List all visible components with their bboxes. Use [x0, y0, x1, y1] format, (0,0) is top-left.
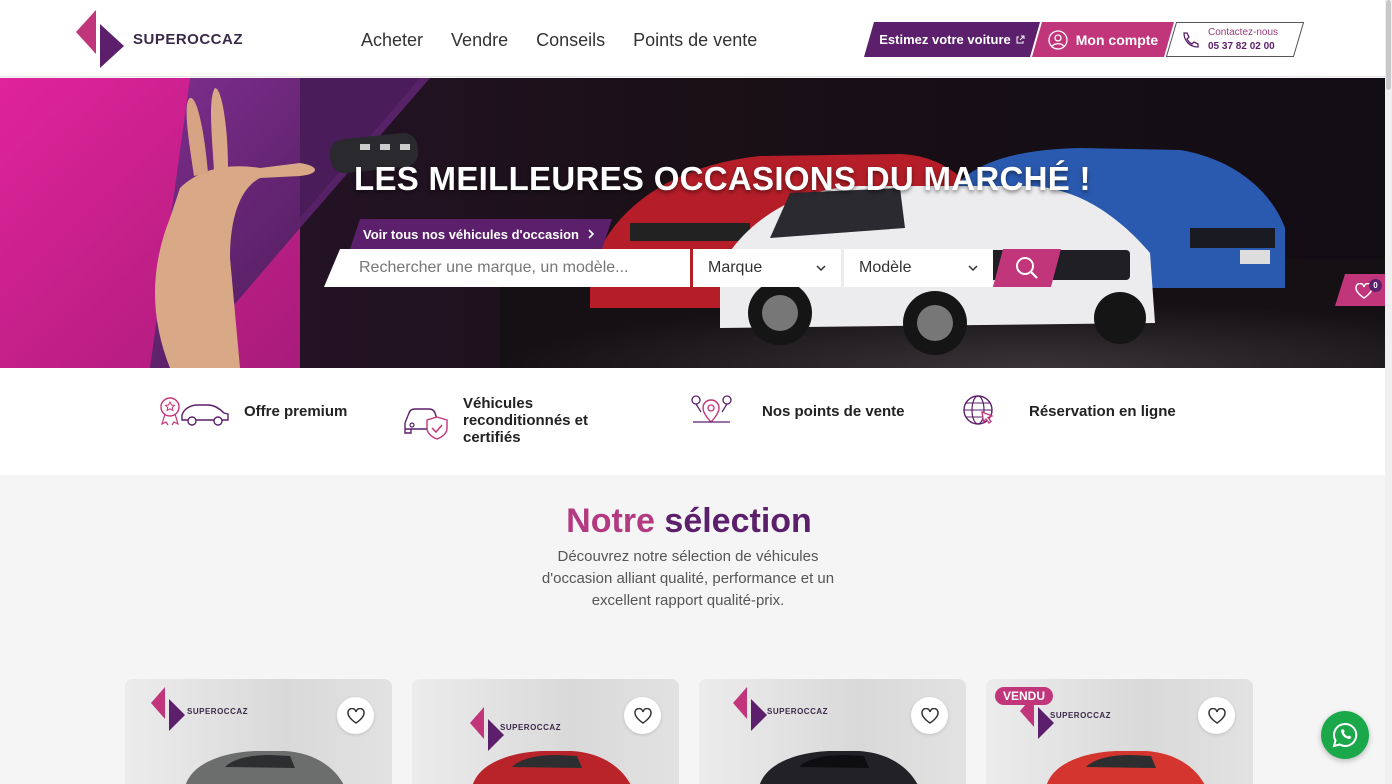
vehicle-card[interactable]: SUPEROCCAZ — [125, 679, 392, 784]
favorite-button[interactable] — [337, 697, 374, 734]
contact-phone: 05 37 82 02 00 — [1208, 41, 1275, 52]
favorites-count-badge: 0 — [1369, 279, 1382, 292]
feature-premium-label: Offre premium — [244, 402, 348, 420]
certified-car-icon — [404, 407, 448, 440]
selection-title-part1: Notre — [566, 502, 655, 540]
contact-button[interactable]: Contactez-nous 05 37 82 02 00 — [1166, 22, 1304, 57]
card-brand: SUPEROCCAZ — [500, 723, 562, 732]
vehicle-card[interactable]: SUPEROCCAZ — [699, 679, 966, 784]
hero-background-image — [0, 78, 1392, 368]
heart-icon — [1207, 707, 1226, 724]
estimate-button[interactable]: Estimez votre voiture — [864, 22, 1040, 57]
favorite-button[interactable] — [1198, 697, 1235, 734]
account-label: Mon compte — [1075, 31, 1159, 48]
scrollbar-thumb[interactable] — [1386, 0, 1391, 90]
brand-select-label: Marque — [708, 259, 763, 276]
external-link-icon — [1015, 35, 1025, 45]
whatsapp-icon — [1332, 722, 1358, 748]
logo-mark-icon — [76, 10, 124, 68]
car-image — [473, 751, 631, 784]
search-icon — [1014, 255, 1040, 281]
phone-icon — [1183, 32, 1199, 48]
feature-online-reservation: Réservation en ligne — [962, 394, 1176, 428]
car-image — [760, 751, 918, 784]
heart-icon — [633, 707, 652, 724]
favorites-button[interactable] — [1335, 274, 1392, 306]
vehicle-card[interactable]: SUPEROCCAZ — [412, 679, 679, 784]
favorite-button[interactable] — [624, 697, 661, 734]
user-icon — [1048, 30, 1068, 50]
chevron-down-icon — [968, 265, 978, 272]
vehicle-card[interactable]: SUPEROCCAZ VENDU — [986, 679, 1253, 784]
selection-title-part2: sélection — [664, 502, 812, 540]
feature-locations-label: Nos points de vente — [762, 402, 905, 420]
sold-badge: VENDU — [995, 687, 1054, 705]
main-nav: Acheter Vendre Conseils Points de vente — [361, 30, 757, 51]
model-select-label: Modèle — [859, 259, 912, 276]
globe-cursor-icon — [963, 395, 994, 425]
page-scrollbar[interactable] — [1385, 0, 1392, 784]
card-brand: SUPEROCCAZ — [187, 707, 249, 716]
premium-car-icon — [160, 397, 229, 426]
estimate-label: Estimez votre voiture — [879, 32, 1011, 47]
logo-text: SUPEROCCAZ — [133, 31, 244, 48]
card-brand: SUPEROCCAZ — [767, 707, 829, 716]
site-logo[interactable]: SUPEROCCAZ — [76, 10, 256, 68]
view-all-vehicles-link[interactable]: Voir tous nos véhicules d'occasion — [350, 219, 612, 249]
account-button[interactable]: Mon compte — [1032, 22, 1174, 57]
car-image — [186, 751, 344, 784]
feature-locations: Nos points de vente — [689, 394, 905, 428]
brand-select[interactable]: Marque — [693, 249, 841, 287]
search-button[interactable] — [993, 249, 1061, 287]
car-image — [1047, 751, 1205, 784]
selection-title: Notre sélection — [0, 502, 1378, 541]
heart-icon — [920, 707, 939, 724]
view-all-label: Voir tous nos véhicules d'occasion — [363, 226, 579, 242]
site-header: SUPEROCCAZ Acheter Vendre Conseils Point… — [0, 0, 1385, 77]
feature-premium: Offre premium — [158, 395, 347, 427]
chevron-right-icon — [587, 229, 595, 239]
feature-certified: Véhicules reconditionnés et certifiés — [403, 395, 603, 446]
favorite-button[interactable] — [911, 697, 948, 734]
heart-icon — [346, 707, 365, 724]
hero-title: LES MEILLEURES OCCASIONS DU MARCHÉ ! — [354, 160, 1091, 197]
features-bar: Offre premium Véhicules reconditionnés e… — [0, 368, 1392, 475]
search-input[interactable] — [324, 249, 690, 287]
nav-acheter[interactable]: Acheter — [361, 30, 423, 51]
nav-conseils[interactable]: Conseils — [536, 30, 605, 51]
nav-points-de-vente[interactable]: Points de vente — [633, 30, 757, 51]
chevron-down-icon — [816, 265, 826, 272]
card-logo-icon — [151, 687, 185, 731]
selection-description: Découvrez notre sélection de véhicules d… — [541, 548, 835, 609]
feature-certified-label: Véhicules reconditionnés et certifiés — [463, 395, 589, 446]
whatsapp-button[interactable] — [1321, 711, 1369, 759]
hero-banner: LES MEILLEURES OCCASIONS DU MARCHÉ ! Voi… — [0, 78, 1392, 368]
model-select[interactable]: Modèle — [844, 249, 993, 287]
card-brand: SUPEROCCAZ — [1050, 711, 1112, 720]
locations-icon — [691, 395, 732, 423]
feature-online-reservation-label: Réservation en ligne — [1029, 402, 1176, 420]
contact-label: Contactez-nous — [1208, 27, 1279, 38]
nav-vendre[interactable]: Vendre — [451, 30, 508, 51]
